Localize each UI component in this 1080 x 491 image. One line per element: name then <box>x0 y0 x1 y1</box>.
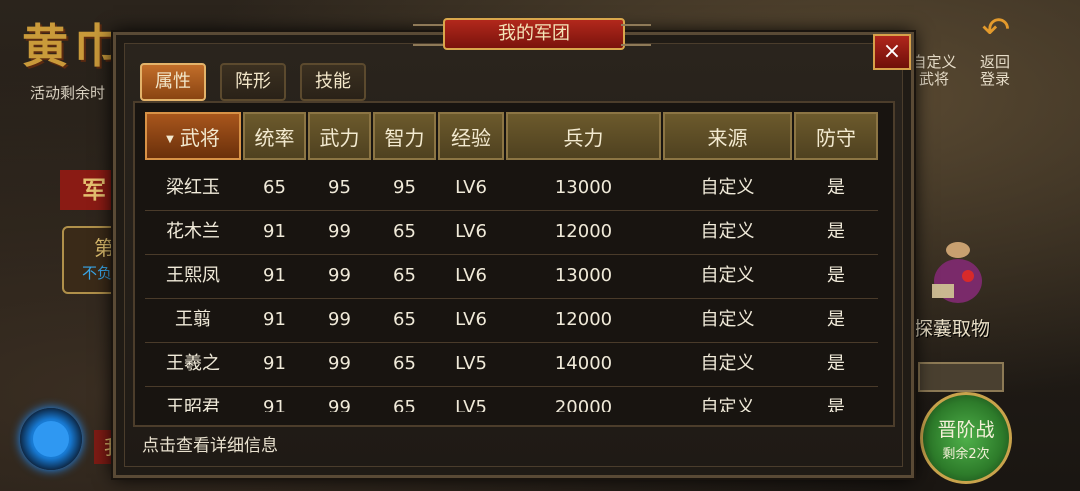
troops-cell: 13000 <box>554 177 613 198</box>
troops-cell: 13000 <box>554 265 613 286</box>
force-cell: 99 <box>328 221 351 242</box>
command-cell: 91 <box>263 309 286 330</box>
defense-cell: 是 <box>827 309 845 330</box>
table-row[interactable]: 王昭君 91 99 65 LV5 20000 自定义 是 <box>145 386 878 412</box>
force-cell: 99 <box>328 353 351 374</box>
defense-cell: 是 <box>827 353 845 374</box>
experience-cell: LV6 <box>455 309 487 330</box>
intelligence-cell: 65 <box>393 221 416 242</box>
tab-skills[interactable]: 技能 <box>300 63 366 101</box>
intelligence-cell: 65 <box>393 265 416 286</box>
general-name-cell: 王翦 <box>175 309 211 330</box>
sort-down-icon: ▼ <box>166 133 174 145</box>
source-cell: 自定义 <box>700 221 755 242</box>
table-row[interactable]: 梁红玉 65 95 95 LV6 13000 自定义 是 <box>145 166 878 211</box>
back-login-button[interactable]: 返回 登录 <box>972 54 1018 88</box>
column-header-intelligence[interactable]: 智力 <box>373 112 436 160</box>
command-cell: 91 <box>263 265 286 286</box>
intelligence-cell: 65 <box>393 353 416 374</box>
intelligence-cell: 95 <box>393 177 416 198</box>
force-cell: 99 <box>328 265 351 286</box>
column-header-force[interactable]: 武力 <box>308 112 371 160</box>
title-ornament-right <box>621 24 651 46</box>
source-cell: 自定义 <box>700 309 755 330</box>
dialog-title-bar: 我的军团 <box>413 16 651 50</box>
promotion-battle-button[interactable]: 晋阶战 剩余2次 <box>920 392 1012 484</box>
defense-cell: 是 <box>827 397 845 412</box>
promotion-battle-title: 晋阶战 <box>937 419 995 441</box>
legion-table-body[interactable]: 梁红玉 65 95 95 LV6 13000 自定义 是 花木兰 91 99 6… <box>145 166 878 412</box>
back-arrow-icon[interactable]: ↶ <box>976 12 1016 48</box>
command-cell: 91 <box>263 221 286 242</box>
event-title: 黄巾 <box>22 19 126 73</box>
treasure-bag-label[interactable]: 探囊取物 <box>914 314 990 341</box>
troops-cell: 20000 <box>554 397 613 412</box>
table-row[interactable]: 王翦 91 99 65 LV6 12000 自定义 是 <box>145 298 878 343</box>
general-name-cell: 王熙凤 <box>166 265 220 286</box>
source-cell: 自定义 <box>700 265 755 286</box>
troops-cell: 12000 <box>554 309 613 330</box>
command-cell: 91 <box>263 353 286 374</box>
source-cell: 自定义 <box>700 353 755 374</box>
command-cell: 91 <box>263 397 286 412</box>
column-header-experience[interactable]: 经验 <box>438 112 504 160</box>
force-cell: 99 <box>328 397 351 412</box>
dialog-title: 我的军团 <box>443 18 625 50</box>
troops-cell: 14000 <box>554 353 613 374</box>
experience-cell: LV6 <box>455 177 487 198</box>
intelligence-cell: 65 <box>393 309 416 330</box>
source-cell: 自定义 <box>700 397 755 412</box>
table-row[interactable]: 王熙凤 91 99 65 LV6 13000 自定义 是 <box>145 254 878 299</box>
experience-cell: LV6 <box>455 221 487 242</box>
defense-cell: 是 <box>827 177 845 198</box>
custom-general-button[interactable]: 自定义 武将 <box>908 54 960 88</box>
force-cell: 95 <box>328 177 351 198</box>
close-icon[interactable]: × <box>873 34 911 70</box>
column-header-general-label: 武将 <box>179 126 220 150</box>
stage-box-text: 第 <box>94 236 114 260</box>
column-header-defense[interactable]: 防守 <box>794 112 878 160</box>
defense-cell: 是 <box>827 221 845 242</box>
command-cell: 65 <box>263 177 286 198</box>
tab-formation[interactable]: 阵形 <box>220 63 286 101</box>
event-timer-label: 活动剩余时 <box>30 84 106 102</box>
treasure-bag-icon[interactable] <box>928 236 988 306</box>
joystick[interactable] <box>20 408 82 470</box>
general-name-cell: 梁红玉 <box>166 177 220 198</box>
source-cell: 自定义 <box>700 177 755 198</box>
force-cell: 99 <box>328 309 351 330</box>
column-header-troops[interactable]: 兵力 <box>506 112 661 160</box>
general-name-cell: 王羲之 <box>166 353 220 374</box>
detail-hint: 点击查看详细信息 <box>142 436 278 456</box>
defense-cell: 是 <box>827 265 845 286</box>
joystick-knob[interactable] <box>33 421 69 457</box>
general-name-cell: 王昭君 <box>166 397 220 412</box>
troops-cell: 12000 <box>554 221 613 242</box>
stage-box-subtext: 不负 <box>82 264 113 282</box>
experience-cell: LV5 <box>455 353 487 374</box>
column-header-source[interactable]: 来源 <box>663 112 792 160</box>
column-header-command[interactable]: 统率 <box>243 112 306 160</box>
title-ornament-left <box>413 24 443 46</box>
tab-attributes[interactable]: 属性 <box>140 63 206 101</box>
intelligence-cell: 65 <box>393 397 416 412</box>
experience-cell: LV6 <box>455 265 487 286</box>
table-row[interactable]: 花木兰 91 99 65 LV6 12000 自定义 是 <box>145 210 878 255</box>
general-name-cell: 花木兰 <box>166 221 220 242</box>
tower-decoration <box>918 362 1004 392</box>
column-header-general[interactable]: ▼ 武将 <box>145 112 241 160</box>
promotion-battle-remaining: 剩余2次 <box>942 447 990 462</box>
experience-cell: LV5 <box>455 397 487 412</box>
table-row[interactable]: 王羲之 91 99 65 LV5 14000 自定义 是 <box>145 342 878 387</box>
